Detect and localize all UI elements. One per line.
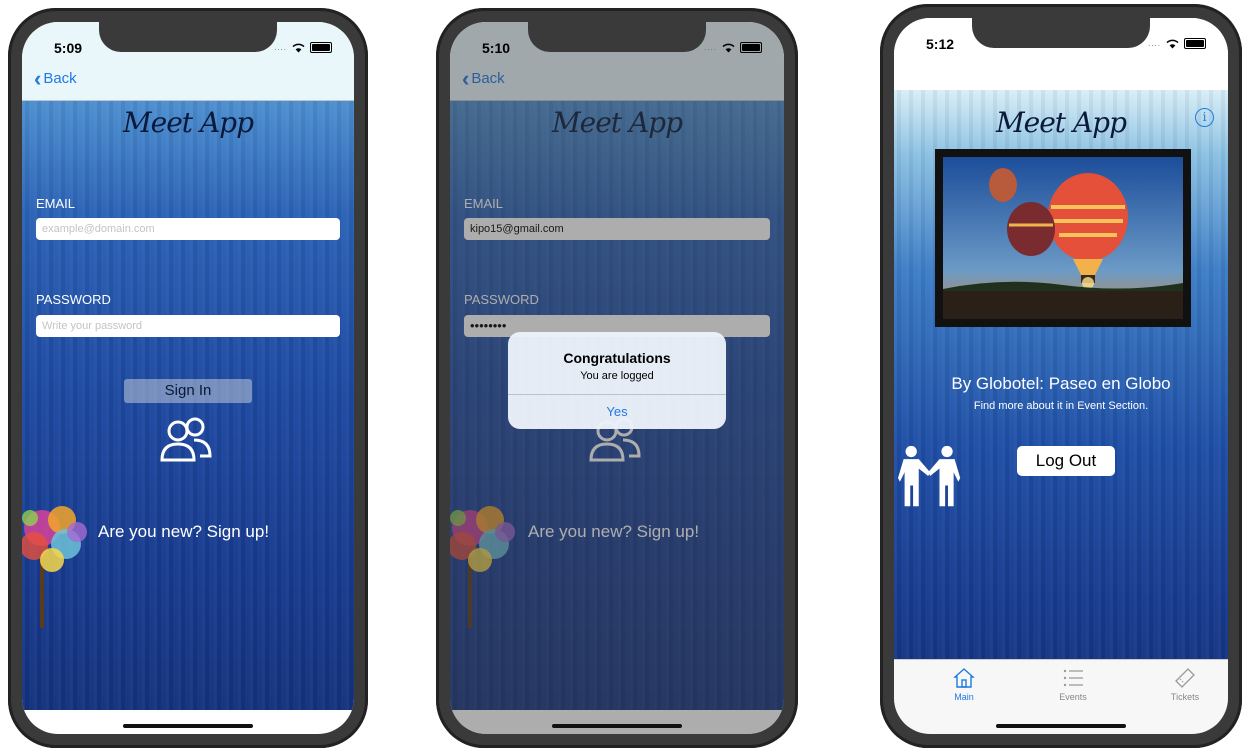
notch — [99, 22, 277, 52]
signal-icon: .... — [1148, 39, 1161, 48]
log-out-button[interactable]: Log Out — [1017, 446, 1115, 476]
battery-icon — [740, 42, 762, 53]
screen-login-alert: 5:10 .... ‹ Back Meet App EMAIL kipo15@g… — [450, 22, 784, 734]
users-icon — [160, 417, 212, 462]
tab-events-label: Events — [1059, 692, 1087, 702]
tab-bar: Main Events Tickets — [894, 659, 1228, 734]
alert-message: You are logged — [580, 370, 654, 382]
chevron-left-icon: ‹ — [34, 66, 42, 91]
wifi-icon — [722, 43, 735, 52]
email-field[interactable] — [36, 218, 340, 240]
phone-login-alert: 5:10 .... ‹ Back Meet App EMAIL kipo15@g… — [436, 8, 798, 748]
sign-in-button[interactable]: Sign In — [124, 379, 252, 403]
tree-icon — [22, 506, 87, 628]
wifi-icon — [1166, 39, 1179, 48]
event-title: By Globotel: Paseo en Globo — [951, 374, 1171, 393]
alert-title: Congratulations — [563, 350, 671, 366]
notch — [972, 18, 1150, 48]
bottom-safe-area — [22, 710, 354, 734]
phone-main: 5:12 .... Meet App i By Globotel: Paseo … — [880, 4, 1242, 748]
home-indicator[interactable] — [552, 724, 682, 728]
signal-icon: .... — [704, 43, 717, 52]
battery-icon — [1184, 38, 1206, 49]
home-indicator[interactable] — [996, 724, 1126, 728]
back-label: Back — [43, 70, 77, 87]
home-indicator[interactable] — [123, 724, 253, 728]
alert-dialog: Congratulations You are logged Yes — [508, 332, 726, 429]
event-subtitle: Find more about it in Event Section. — [973, 400, 1149, 412]
screen-login: 5:09 .... ‹ Back Meet App EMAIL PASSWORD… — [22, 22, 354, 734]
phone-login: 5:09 .... ‹ Back Meet App EMAIL PASSWORD… — [8, 8, 368, 748]
password-label: PASSWORD — [36, 292, 111, 307]
sign-up-link[interactable]: Are you new? Sign up! — [98, 522, 269, 542]
app-logo: Meet App — [122, 106, 254, 139]
signal-icon: .... — [274, 43, 287, 52]
handshake-people-icon — [898, 445, 961, 507]
list-icon — [1063, 669, 1083, 687]
event-image[interactable] — [935, 149, 1191, 327]
ticket-icon — [1175, 668, 1195, 688]
password-field[interactable] — [36, 315, 340, 337]
blue-background: Meet App i By Globotel: Paseo en Globo F… — [894, 90, 1228, 734]
battery-icon — [310, 42, 332, 53]
back-button[interactable]: ‹ Back — [34, 66, 77, 91]
status-time: 5:09 — [54, 40, 83, 56]
blue-background: Meet App EMAIL PASSWORD Sign In — [22, 100, 354, 734]
tab-main-label: Main — [954, 692, 974, 702]
tab-events[interactable]: Events — [1038, 666, 1108, 702]
tab-main[interactable]: Main — [929, 666, 999, 702]
alert-yes-button[interactable]: Yes — [508, 394, 726, 429]
tab-tickets-label: Tickets — [1170, 692, 1200, 702]
hot-air-balloon-photo — [943, 157, 1183, 319]
wifi-icon — [292, 43, 305, 52]
email-label: EMAIL — [36, 196, 76, 211]
home-icon — [953, 668, 975, 688]
app-logo: Meet App — [995, 106, 1127, 139]
status-time: 5:10 — [482, 40, 511, 56]
info-button[interactable]: i — [1195, 108, 1214, 127]
status-time: 5:12 — [926, 36, 955, 52]
screen-main: 5:12 .... Meet App i By Globotel: Paseo … — [894, 18, 1228, 734]
notch — [528, 22, 706, 52]
tab-tickets[interactable]: Tickets — [1150, 666, 1220, 702]
